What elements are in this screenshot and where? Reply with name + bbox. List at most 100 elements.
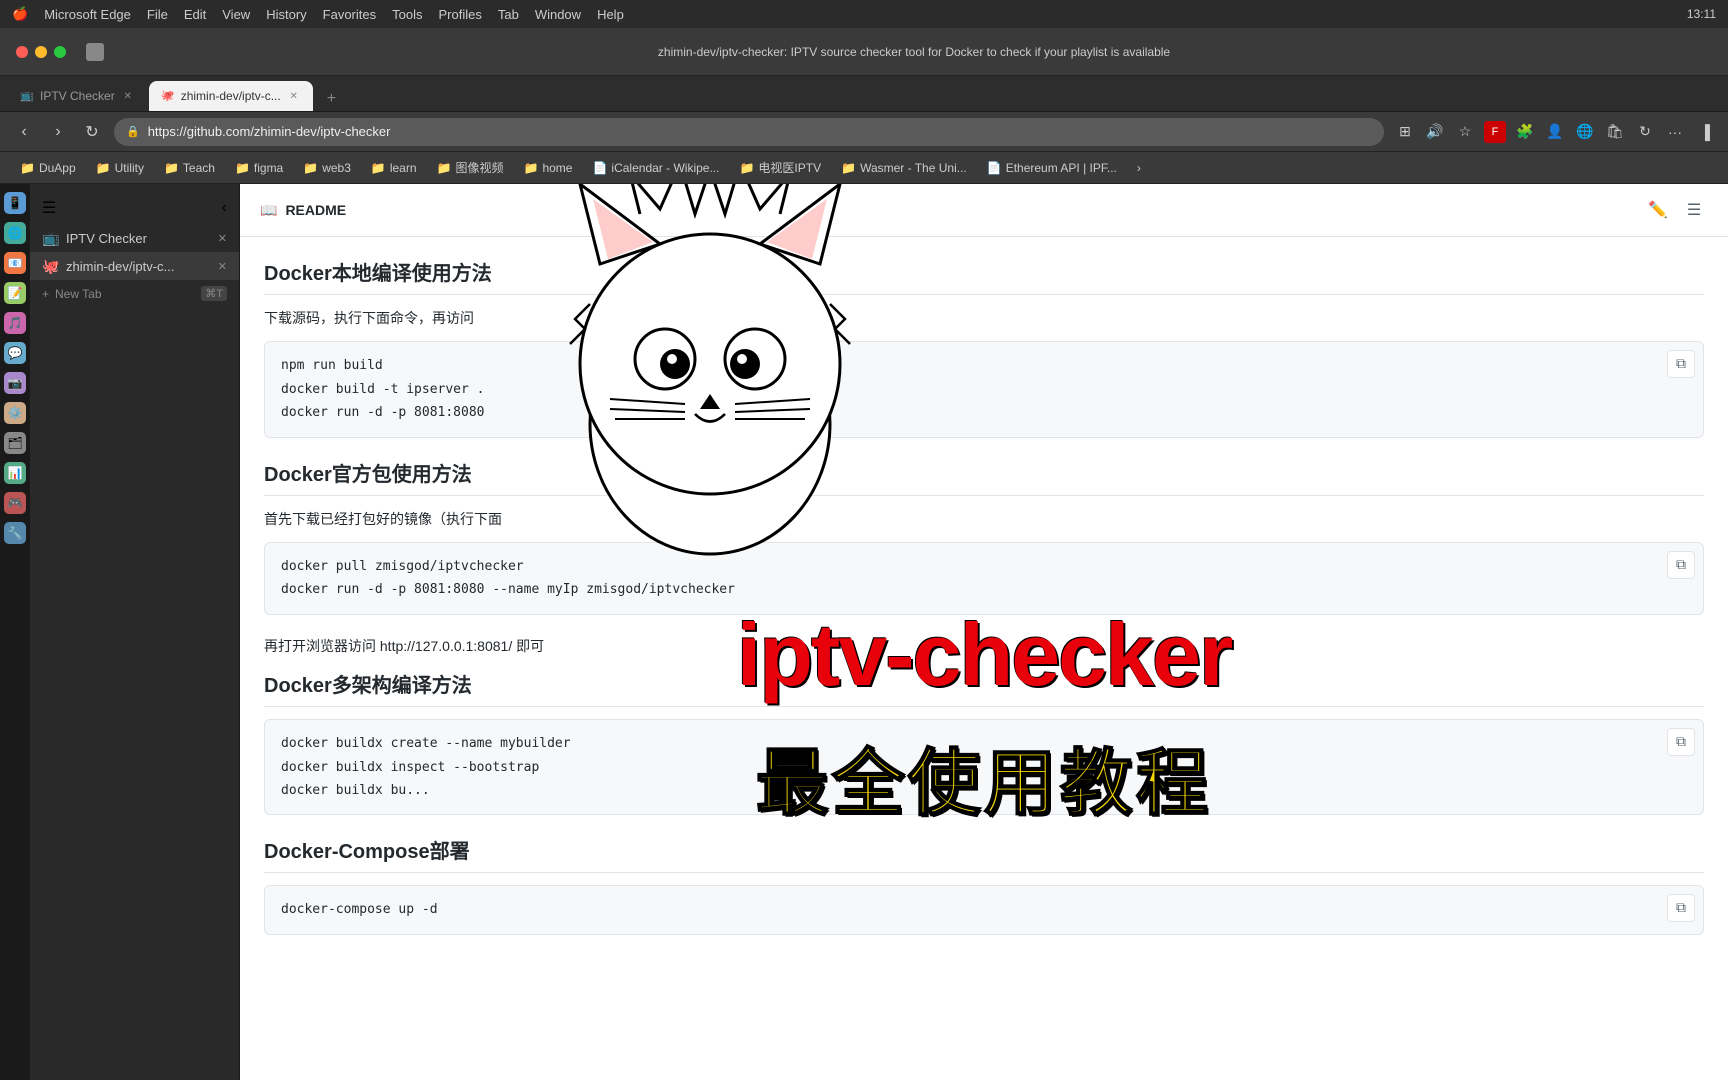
sidebar-icon[interactable]: ▐ — [1694, 121, 1716, 143]
refresh-button[interactable]: ↻ — [80, 120, 104, 144]
address-bar: ‹ › ↻ 🔒 https://github.com/zhimin-dev/ip… — [0, 112, 1728, 152]
bookmark-label: 电视医IPTV — [758, 159, 821, 176]
menu-view[interactable]: View — [222, 7, 250, 22]
copy-button-3[interactable]: ⧉ — [1667, 728, 1695, 756]
folder-icon: 📁 — [96, 161, 111, 175]
menu-file[interactable]: File — [147, 7, 168, 22]
bookmark-learn[interactable]: 📁 learn — [363, 156, 425, 180]
dock-icon-4[interactable]: 📝 — [4, 282, 26, 304]
apple-menu[interactable]: 🍎 — [12, 6, 28, 22]
favorites-icon[interactable]: ☆ — [1454, 121, 1476, 143]
main-layout: 📱 🌐 📧 📝 🎵 💬 📷 ⚙️ 🗂 📊 🎮 🔧 ☰ ‹ 📺 IPTV Chec… — [0, 184, 1728, 1080]
tab-search-icon[interactable]: ⊞ — [1394, 121, 1416, 143]
profile-icon[interactable]: 👤 — [1544, 121, 1566, 143]
bookmark-figma[interactable]: 📁 figma — [227, 156, 291, 180]
forward-button[interactable]: › — [46, 120, 70, 144]
keyboard-shortcut: ⌘T — [201, 286, 227, 301]
copy-button-2[interactable]: ⧉ — [1667, 551, 1695, 579]
menu-edit[interactable]: Edit — [184, 7, 206, 22]
app-name[interactable]: Microsoft Edge — [44, 7, 131, 22]
dock-icon-8[interactable]: ⚙️ — [4, 402, 26, 424]
dock-icon-3[interactable]: 📧 — [4, 252, 26, 274]
dock-icon-2[interactable]: 🌐 — [4, 222, 26, 244]
close-window-button[interactable] — [16, 46, 28, 58]
readme-header: 📖 README ✏️ ☰ — [240, 184, 1728, 237]
code-block-3: docker buildx create --name mybuilder do… — [264, 719, 1704, 815]
bookmark-wasmer[interactable]: 📁 Wasmer - The Uni... — [833, 156, 975, 180]
sidebar-toggle[interactable]: ☰ ‹ — [30, 192, 239, 224]
new-tab-button[interactable]: + — [319, 87, 344, 111]
tab-github[interactable]: 🐙 zhimin-dev/iptv-c... ✕ — [149, 81, 313, 111]
sidebar-back-icon[interactable]: ‹ — [222, 199, 227, 217]
dock-icon-11[interactable]: 🎮 — [4, 492, 26, 514]
menu-tab[interactable]: Tab — [498, 7, 519, 22]
bookmark-icalendar[interactable]: 📄 iCalendar - Wikipe... — [584, 156, 727, 180]
refresh-alt-icon[interactable]: ↻ — [1634, 121, 1656, 143]
tab-iptv-checker[interactable]: 📺 IPTV Checker ✕ — [8, 81, 147, 111]
code-block-2: docker pull zmisgod/iptvchecker docker r… — [264, 542, 1704, 615]
section-heading-4: Docker多架构编译方法 — [264, 669, 1704, 707]
close-icon[interactable]: ✕ — [218, 232, 227, 245]
bookmark-label: Utility — [115, 161, 144, 175]
dock-icon-5[interactable]: 🎵 — [4, 312, 26, 334]
collections-icon[interactable]: F — [1484, 121, 1506, 143]
toc-button[interactable]: ☰ — [1680, 196, 1708, 224]
maximize-window-button[interactable] — [54, 46, 66, 58]
menu-profiles[interactable]: Profiles — [438, 7, 481, 22]
bookmark-label: iCalendar - Wikipe... — [611, 161, 719, 175]
dock-icon-10[interactable]: 📊 — [4, 462, 26, 484]
url-text: https://github.com/zhimin-dev/iptv-check… — [148, 124, 391, 139]
bookmark-web3[interactable]: 📁 web3 — [295, 156, 359, 180]
bookmark-image-video[interactable]: 📁 图像视频 — [429, 156, 512, 180]
bookmark-duapp[interactable]: 📁 DuApp — [12, 156, 84, 180]
menu-tools[interactable]: Tools — [392, 7, 422, 22]
back-button[interactable]: ‹ — [12, 120, 36, 144]
new-tab-sidebar[interactable]: + New Tab ⌘T — [30, 280, 239, 307]
more-icon[interactable]: ··· — [1664, 121, 1686, 143]
close-icon-active[interactable]: ✕ — [218, 260, 227, 273]
folder-icon: 📁 — [841, 161, 856, 175]
tab-close-active-button[interactable]: ✕ — [287, 89, 301, 103]
bookmark-ethereum[interactable]: 📄 Ethereum API | IPF... — [979, 156, 1125, 180]
bookmark-label: Wasmer - The Uni... — [860, 161, 967, 175]
dock-icon-1[interactable]: 📱 — [4, 192, 26, 214]
sidebar-item-label-active: zhimin-dev/iptv-c... — [66, 259, 174, 274]
doc-icon: 📄 — [592, 161, 607, 175]
url-input[interactable]: 🔒 https://github.com/zhimin-dev/iptv-che… — [114, 118, 1384, 146]
sidebar-item-github[interactable]: 🐙 zhimin-dev/iptv-c... ✕ — [30, 252, 239, 280]
edit-readme-button[interactable]: ✏️ — [1644, 196, 1672, 224]
bookmark-home[interactable]: 📁 home — [515, 156, 580, 180]
menu-help[interactable]: Help — [597, 7, 624, 22]
read-aloud-icon[interactable]: 🔊 — [1424, 121, 1446, 143]
dock-icon-12[interactable]: 🔧 — [4, 522, 26, 544]
bookmark-more[interactable]: › — [1129, 156, 1149, 180]
sidebar-item-iptv-checker[interactable]: 📺 IPTV Checker ✕ — [30, 224, 239, 252]
bookmark-label: figma — [254, 161, 283, 175]
dock-icon-6[interactable]: 💬 — [4, 342, 26, 364]
section-desc-3: 再打开浏览器访问 http://127.0.0.1:8081/ 即可 — [264, 635, 1704, 657]
copy-button-1[interactable]: ⧉ — [1667, 350, 1695, 378]
bookmark-iptv[interactable]: 📁 电视医IPTV — [731, 156, 829, 180]
shopping-icon[interactable]: 🛍 — [1604, 121, 1626, 143]
tab-bar: 📺 IPTV Checker ✕ 🐙 zhimin-dev/iptv-c... … — [0, 76, 1728, 112]
bookmark-label: Ethereum API | IPF... — [1006, 161, 1117, 175]
bookmark-teach[interactable]: 📁 Teach — [156, 156, 223, 180]
dock-icon-9[interactable]: 🗂 — [4, 432, 26, 454]
tab-close-button[interactable]: ✕ — [121, 89, 135, 103]
bookmark-utility[interactable]: 📁 Utility — [88, 156, 152, 180]
sidebar-panel: ☰ ‹ 📺 IPTV Checker ✕ 🐙 zhimin-dev/iptv-c… — [30, 184, 240, 1080]
code-line: docker pull zmisgod/iptvchecker — [281, 555, 1687, 578]
menu-window[interactable]: Window — [535, 7, 581, 22]
section-multiarch: Docker多架构编译方法 docker buildx create --nam… — [264, 669, 1704, 815]
menu-favorites[interactable]: Favorites — [323, 7, 376, 22]
dock-icon-7[interactable]: 📷 — [4, 372, 26, 394]
copy-button-4[interactable]: ⧉ — [1667, 894, 1695, 922]
menu-history[interactable]: History — [266, 7, 306, 22]
extension-icon — [86, 43, 104, 61]
translate-icon[interactable]: 🌐 — [1574, 121, 1596, 143]
menu-items[interactable]: 🍎 Microsoft Edge File Edit View History … — [12, 6, 624, 22]
extensions-icon[interactable]: 🧩 — [1514, 121, 1536, 143]
sidebar-item-label: IPTV Checker — [66, 231, 147, 246]
minimize-window-button[interactable] — [35, 46, 47, 58]
clock: 13:11 — [1687, 7, 1716, 21]
